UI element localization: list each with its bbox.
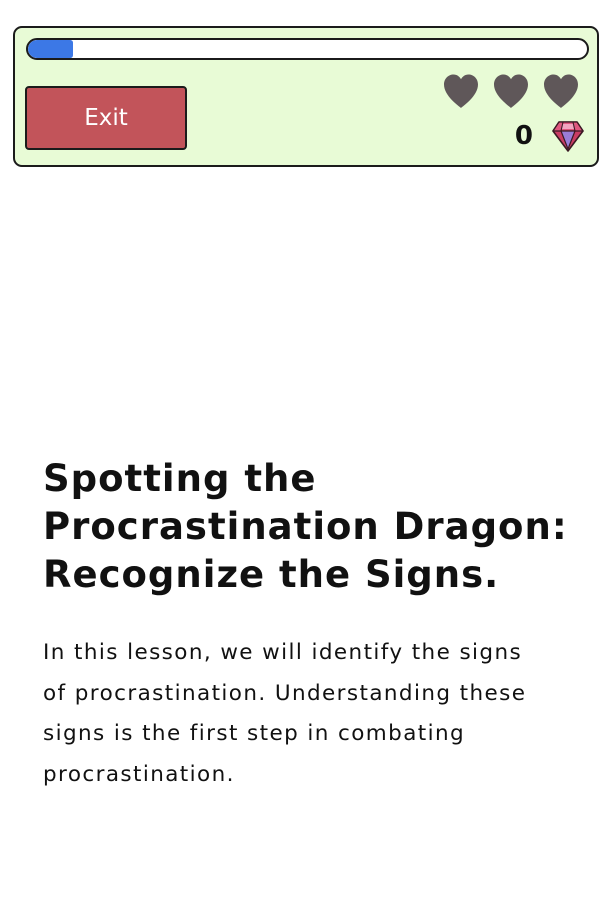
exit-button[interactable]: Exit [25,86,187,150]
lesson-content: Spotting the Procrastination Dragon: Rec… [43,455,583,795]
gem-icon [552,121,584,152]
lesson-header: Exit 0 [13,26,599,167]
heart-icon [544,74,578,108]
lesson-title: Spotting the Procrastination Dragon: Rec… [43,457,568,596]
gem-count: 0 [514,121,533,151]
heart-icon [494,74,528,108]
progress-fill [28,40,73,58]
progress-bar [26,38,589,60]
lives-hearts [441,72,581,112]
lesson-screen: Exit 0 Spotting the Procrastination Drag… [0,0,616,904]
heart-icon [444,74,478,108]
lesson-description: In this lesson, we will identify the sig… [43,640,527,787]
gem-counter: 0 [515,118,585,154]
